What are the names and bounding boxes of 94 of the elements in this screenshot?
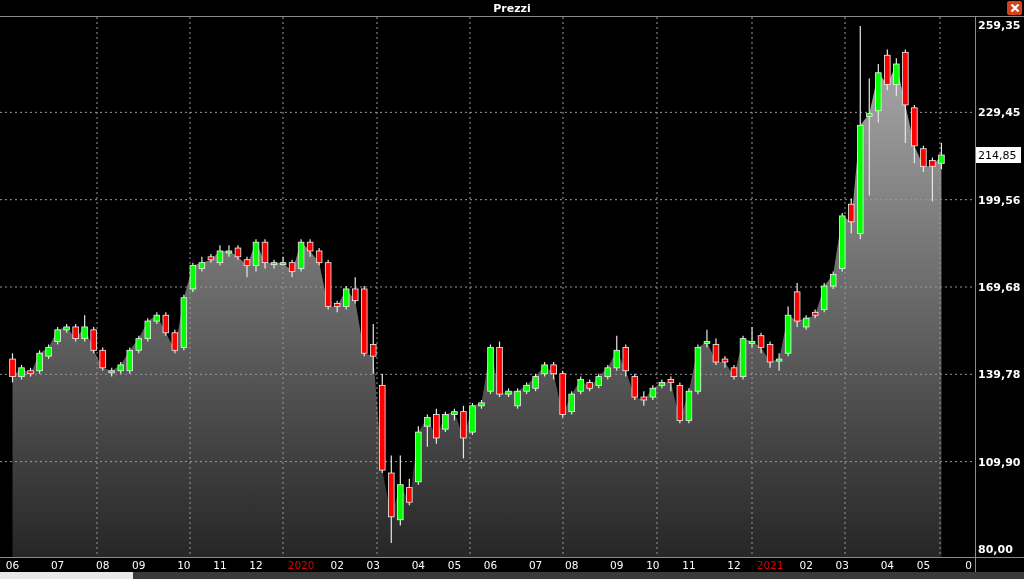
x-axis-label: 04	[880, 559, 894, 571]
candlestick	[920, 145, 927, 173]
candlestick	[631, 373, 638, 401]
y-axis-label: 259,35	[978, 19, 1021, 32]
candlestick	[9, 352, 16, 384]
x-axis-label: 11	[682, 559, 696, 571]
candlestick	[622, 343, 629, 378]
x-axis-label: 05	[916, 559, 931, 571]
candlestick	[433, 408, 440, 445]
y-axis-label: 109,90	[978, 455, 1021, 469]
scrollbar[interactable]	[0, 572, 1024, 579]
candlestick	[884, 48, 891, 91]
candlestick	[415, 425, 422, 486]
candlestick	[18, 364, 25, 381]
candlestick	[839, 212, 846, 273]
x-axis-label: 12	[727, 559, 741, 571]
x-axis-label: 10	[177, 559, 191, 571]
x-axis-label: 2021	[756, 559, 784, 571]
y-axis-label: 229,45	[978, 106, 1021, 120]
window-title: Prezzi	[493, 1, 531, 15]
candlestick	[126, 346, 133, 375]
candlestick	[523, 381, 530, 395]
x-axis-label: 09	[610, 559, 624, 571]
candlestick	[550, 361, 557, 381]
candlestick	[875, 63, 882, 124]
candlestick	[81, 314, 88, 343]
candlestick	[117, 361, 124, 375]
y-axis-label: 80,00	[978, 542, 1013, 556]
x-axis-label: 07	[528, 559, 543, 571]
candlestick	[938, 142, 945, 170]
candlestick	[559, 370, 566, 419]
scrollbar-thumb[interactable]	[0, 572, 133, 579]
x-axis-label: 08	[96, 559, 110, 571]
candlestick	[54, 326, 61, 346]
candlestick	[27, 367, 34, 378]
candlestick	[144, 317, 151, 343]
y-axis-label: 169,68	[978, 280, 1021, 294]
candlestick	[36, 349, 43, 375]
candlestick	[451, 408, 458, 422]
candlestick	[532, 373, 539, 392]
candlestick	[469, 402, 476, 436]
candlestick	[848, 197, 855, 235]
candlestick	[361, 285, 368, 357]
x-axis-label: 10	[646, 559, 660, 571]
last-price-label: 214,85	[976, 147, 1021, 163]
candlestick	[830, 270, 837, 290]
close-icon	[1009, 3, 1020, 13]
x-axis-label: 08	[565, 559, 579, 571]
candlestick	[604, 364, 611, 381]
x-axis-label: 0	[965, 559, 972, 571]
candlestick	[487, 343, 494, 395]
candlestick	[370, 323, 377, 375]
x-axis-label: 02	[799, 559, 813, 571]
candlestick	[343, 285, 350, 310]
candlestick	[929, 156, 936, 202]
x-axis-label: 2020	[287, 559, 315, 571]
x-axis-label: 03	[366, 559, 380, 571]
x-axis-label: 06	[483, 559, 498, 571]
candlestick	[406, 478, 413, 506]
candlestick	[893, 57, 900, 97]
x-axis-label: 06	[5, 559, 20, 571]
candlestick	[99, 346, 106, 372]
y-axis-label: 199,56	[978, 193, 1021, 207]
candlestick	[577, 376, 584, 395]
candlestick	[514, 387, 521, 410]
x-axis-label: 04	[411, 559, 426, 571]
candlestick	[108, 367, 115, 378]
candlestick	[613, 335, 620, 372]
close-button[interactable]	[1007, 1, 1022, 15]
candlestick	[352, 276, 359, 305]
x-axis-label: 05	[447, 559, 462, 571]
x-axis-label: 07	[50, 559, 65, 571]
x-axis-label: 03	[835, 559, 849, 571]
candlestick	[45, 343, 52, 360]
candlestick	[586, 378, 593, 392]
y-axis-label: 139,78	[978, 368, 1021, 382]
candlestick	[63, 323, 70, 334]
candlestick	[424, 413, 431, 448]
candlestick	[478, 399, 485, 410]
x-axis-label: 02	[330, 559, 344, 571]
candlestick	[135, 335, 142, 354]
candlestick	[541, 361, 548, 378]
x-axis-label: 11	[213, 559, 227, 571]
candlestick	[442, 411, 449, 433]
candlestick	[568, 390, 575, 416]
candlestick	[595, 373, 602, 389]
candlestick	[496, 340, 503, 398]
candlestick	[911, 104, 918, 164]
candlestick	[505, 387, 512, 398]
candlestick	[72, 323, 79, 343]
x-axis-label: 12	[249, 559, 263, 571]
candlestick	[90, 326, 97, 354]
candlestick	[460, 405, 467, 459]
x-axis-label: 09	[132, 559, 146, 571]
